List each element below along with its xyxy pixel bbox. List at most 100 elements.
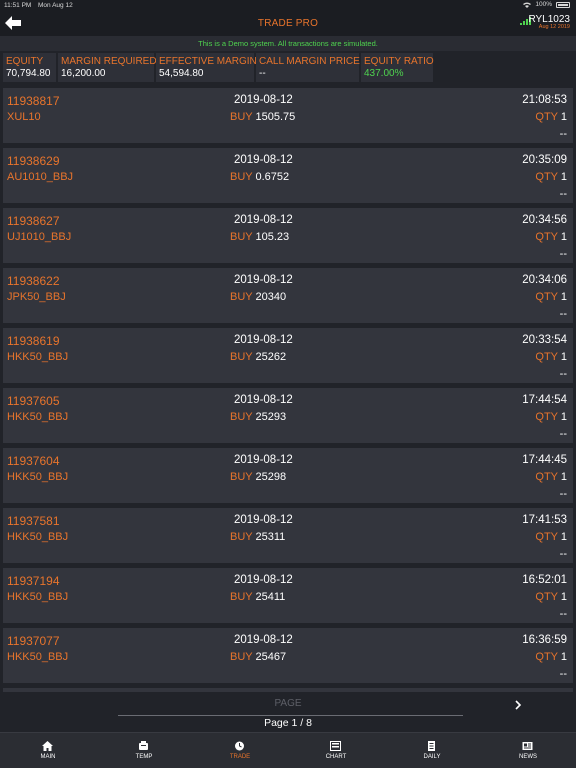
trade-row[interactable]: 11937077 2019-08-12 16:36:59 HKK50_BBJ BUY 2… bbox=[3, 628, 573, 683]
trade-row[interactable]: 11938629 2019-08-12 20:35:09 AU1010_BBJ BUY … bbox=[3, 148, 573, 203]
trade-extra: -- bbox=[559, 308, 567, 320]
qty-label: QTY bbox=[535, 531, 558, 543]
trade-time: 17:44:45 bbox=[522, 454, 567, 466]
trade-price: 105.23 bbox=[255, 231, 290, 243]
trade-time: 20:35:09 bbox=[522, 154, 567, 166]
trade-price: 25467 bbox=[255, 651, 287, 663]
summary-value: 54,594.80 bbox=[159, 68, 204, 79]
summary-value: 70,794.80 bbox=[6, 68, 51, 79]
qty-value: 1 bbox=[560, 231, 567, 243]
trade-extra: -- bbox=[559, 488, 567, 500]
account-summary: EQUITY 70,794.80 MARGIN REQUIRED 16,200.… bbox=[0, 53, 576, 83]
trade-symbol: HKK50_BBJ bbox=[7, 531, 69, 543]
qty-label: QTY bbox=[535, 471, 558, 483]
trade-id: 11938619 bbox=[7, 334, 60, 348]
trade-id: 11937605 bbox=[7, 394, 60, 408]
trade-date: 2019-08-12 bbox=[234, 454, 293, 466]
trade-symbol: HKK50_BBJ bbox=[7, 591, 69, 603]
summary-label: CALL MARGIN PRICE bbox=[259, 56, 360, 67]
trade-price: 25298 bbox=[255, 471, 287, 483]
trade-qty: QTY 1 bbox=[535, 591, 567, 603]
trade-row[interactable]: 11937604 2019-08-12 17:44:45 HKK50_BBJ BUY 2… bbox=[3, 448, 573, 503]
battery-percent: 100% bbox=[535, 1, 552, 8]
tab-label: NEWS bbox=[519, 754, 537, 760]
trade-side-price: BUY 25262 bbox=[230, 351, 286, 363]
summary-label: EQUITY RATIO bbox=[364, 56, 434, 67]
trade-row[interactable]: 11937194 2019-08-12 16:52:01 HKK50_BBJ BUY 2… bbox=[3, 568, 573, 623]
trade-list[interactable]: 11938817 2019-08-12 21:08:53 XUL10 BUY 1505.… bbox=[3, 88, 573, 692]
trade-symbol: HKK50_BBJ bbox=[7, 471, 69, 483]
trade-row[interactable]: 11938619 2019-08-12 20:33:54 HKK50_BBJ BUY 2… bbox=[3, 328, 573, 383]
trade-side: BUY bbox=[230, 411, 253, 423]
trade-price: 25311 bbox=[255, 531, 286, 543]
trade-extra: -- bbox=[559, 548, 567, 560]
trade-date: 2019-08-12 bbox=[234, 514, 293, 526]
battery-icon bbox=[556, 1, 570, 8]
trade-price: 25293 bbox=[255, 411, 287, 423]
trade-qty: QTY 1 bbox=[535, 231, 567, 243]
page-title: TRADE PRO bbox=[257, 18, 319, 29]
trade-side-price: BUY 20340 bbox=[230, 291, 286, 303]
trade-qty: QTY 1 bbox=[535, 351, 567, 363]
page-label: PAGE bbox=[274, 698, 302, 709]
trade-time: 16:52:01 bbox=[522, 574, 567, 586]
trade-time: 20:34:06 bbox=[522, 274, 567, 286]
trade-id: 11938622 bbox=[7, 274, 60, 288]
trade-qty: QTY 1 bbox=[535, 411, 567, 423]
status-time: 11:51 PM bbox=[4, 2, 32, 9]
clock-icon bbox=[235, 741, 244, 751]
tab-chart[interactable]: CHART bbox=[288, 733, 384, 768]
trade-row[interactable]: 11937581 2019-08-12 17:41:53 HKK50_BBJ BUY 2… bbox=[3, 508, 573, 563]
qty-value: 1 bbox=[560, 471, 567, 483]
trade-row[interactable]: 11937605 2019-08-12 17:44:54 HKK50_BBJ BUY 2… bbox=[3, 388, 573, 443]
trade-side-price: BUY 25467 bbox=[230, 651, 286, 663]
document-icon bbox=[428, 741, 435, 751]
summary-label: EQUITY bbox=[6, 56, 44, 67]
trade-time: 16:36:59 bbox=[522, 634, 567, 646]
pager: PAGE Page 1 / 8 bbox=[0, 692, 576, 732]
tab-main[interactable]: MAIN bbox=[0, 733, 96, 768]
trade-qty: QTY 1 bbox=[535, 471, 567, 483]
tab-bar: MAIN TEMP TRADE CHART DAILY NEWS bbox=[0, 732, 576, 768]
trade-side-price: BUY 105.23 bbox=[230, 231, 289, 243]
trade-row[interactable]: 11938622 2019-08-12 20:34:06 JPK50_BBJ BUY 2… bbox=[3, 268, 573, 323]
tab-label: TRADE bbox=[229, 754, 251, 760]
tab-temp[interactable]: TEMP bbox=[96, 733, 192, 768]
trade-extra: -- bbox=[559, 128, 567, 140]
tab-label: TEMP bbox=[135, 754, 153, 760]
status-right: 100% bbox=[523, 1, 570, 8]
tab-label: MAIN bbox=[40, 754, 56, 760]
trade-extra: -- bbox=[559, 668, 567, 680]
status-date: Mon Aug 12 bbox=[38, 2, 73, 9]
summary-label: EFFECTIVE MARGIN bbox=[159, 56, 257, 67]
page-count: Page 1 / 8 bbox=[264, 717, 312, 729]
summary-call-margin-price: CALL MARGIN PRICE -- bbox=[256, 53, 360, 82]
summary-equity-ratio: EQUITY RATIO 437.00% bbox=[361, 53, 434, 82]
tab-label: CHART bbox=[325, 754, 347, 760]
tab-trade[interactable]: TRADE bbox=[192, 733, 288, 768]
chevron-right-icon[interactable] bbox=[511, 698, 525, 712]
trade-price: 0.6752 bbox=[255, 171, 290, 183]
qty-label: QTY bbox=[535, 171, 558, 183]
trade-side: BUY bbox=[230, 591, 253, 603]
qty-value: 1 bbox=[560, 651, 567, 663]
chart-icon bbox=[330, 741, 341, 751]
trade-symbol: HKK50_BBJ bbox=[7, 411, 69, 423]
trade-price: 25262 bbox=[255, 351, 287, 363]
tab-daily[interactable]: DAILY bbox=[384, 733, 480, 768]
trade-time: 20:33:54 bbox=[522, 334, 567, 346]
trade-side-price: BUY 1505.75 bbox=[230, 111, 295, 123]
tab-news[interactable]: NEWS bbox=[480, 733, 576, 768]
trade-side-price: BUY 25298 bbox=[230, 471, 286, 483]
trade-price: 20340 bbox=[255, 291, 287, 303]
trade-side: BUY bbox=[230, 171, 253, 183]
trade-row[interactable]: 11938817 2019-08-12 21:08:53 XUL10 BUY 1505.… bbox=[3, 88, 573, 143]
summary-value: 437.00% bbox=[364, 68, 404, 79]
qty-label: QTY bbox=[535, 111, 558, 123]
trade-qty: QTY 1 bbox=[535, 291, 567, 303]
qty-label: QTY bbox=[535, 351, 558, 363]
trade-row[interactable]: 11938627 2019-08-12 20:34:56 UJ1010_BBJ BUY … bbox=[3, 208, 573, 263]
trade-id: 11937194 bbox=[7, 574, 60, 588]
trade-side: BUY bbox=[230, 651, 253, 663]
trade-qty: QTY 1 bbox=[535, 111, 567, 123]
